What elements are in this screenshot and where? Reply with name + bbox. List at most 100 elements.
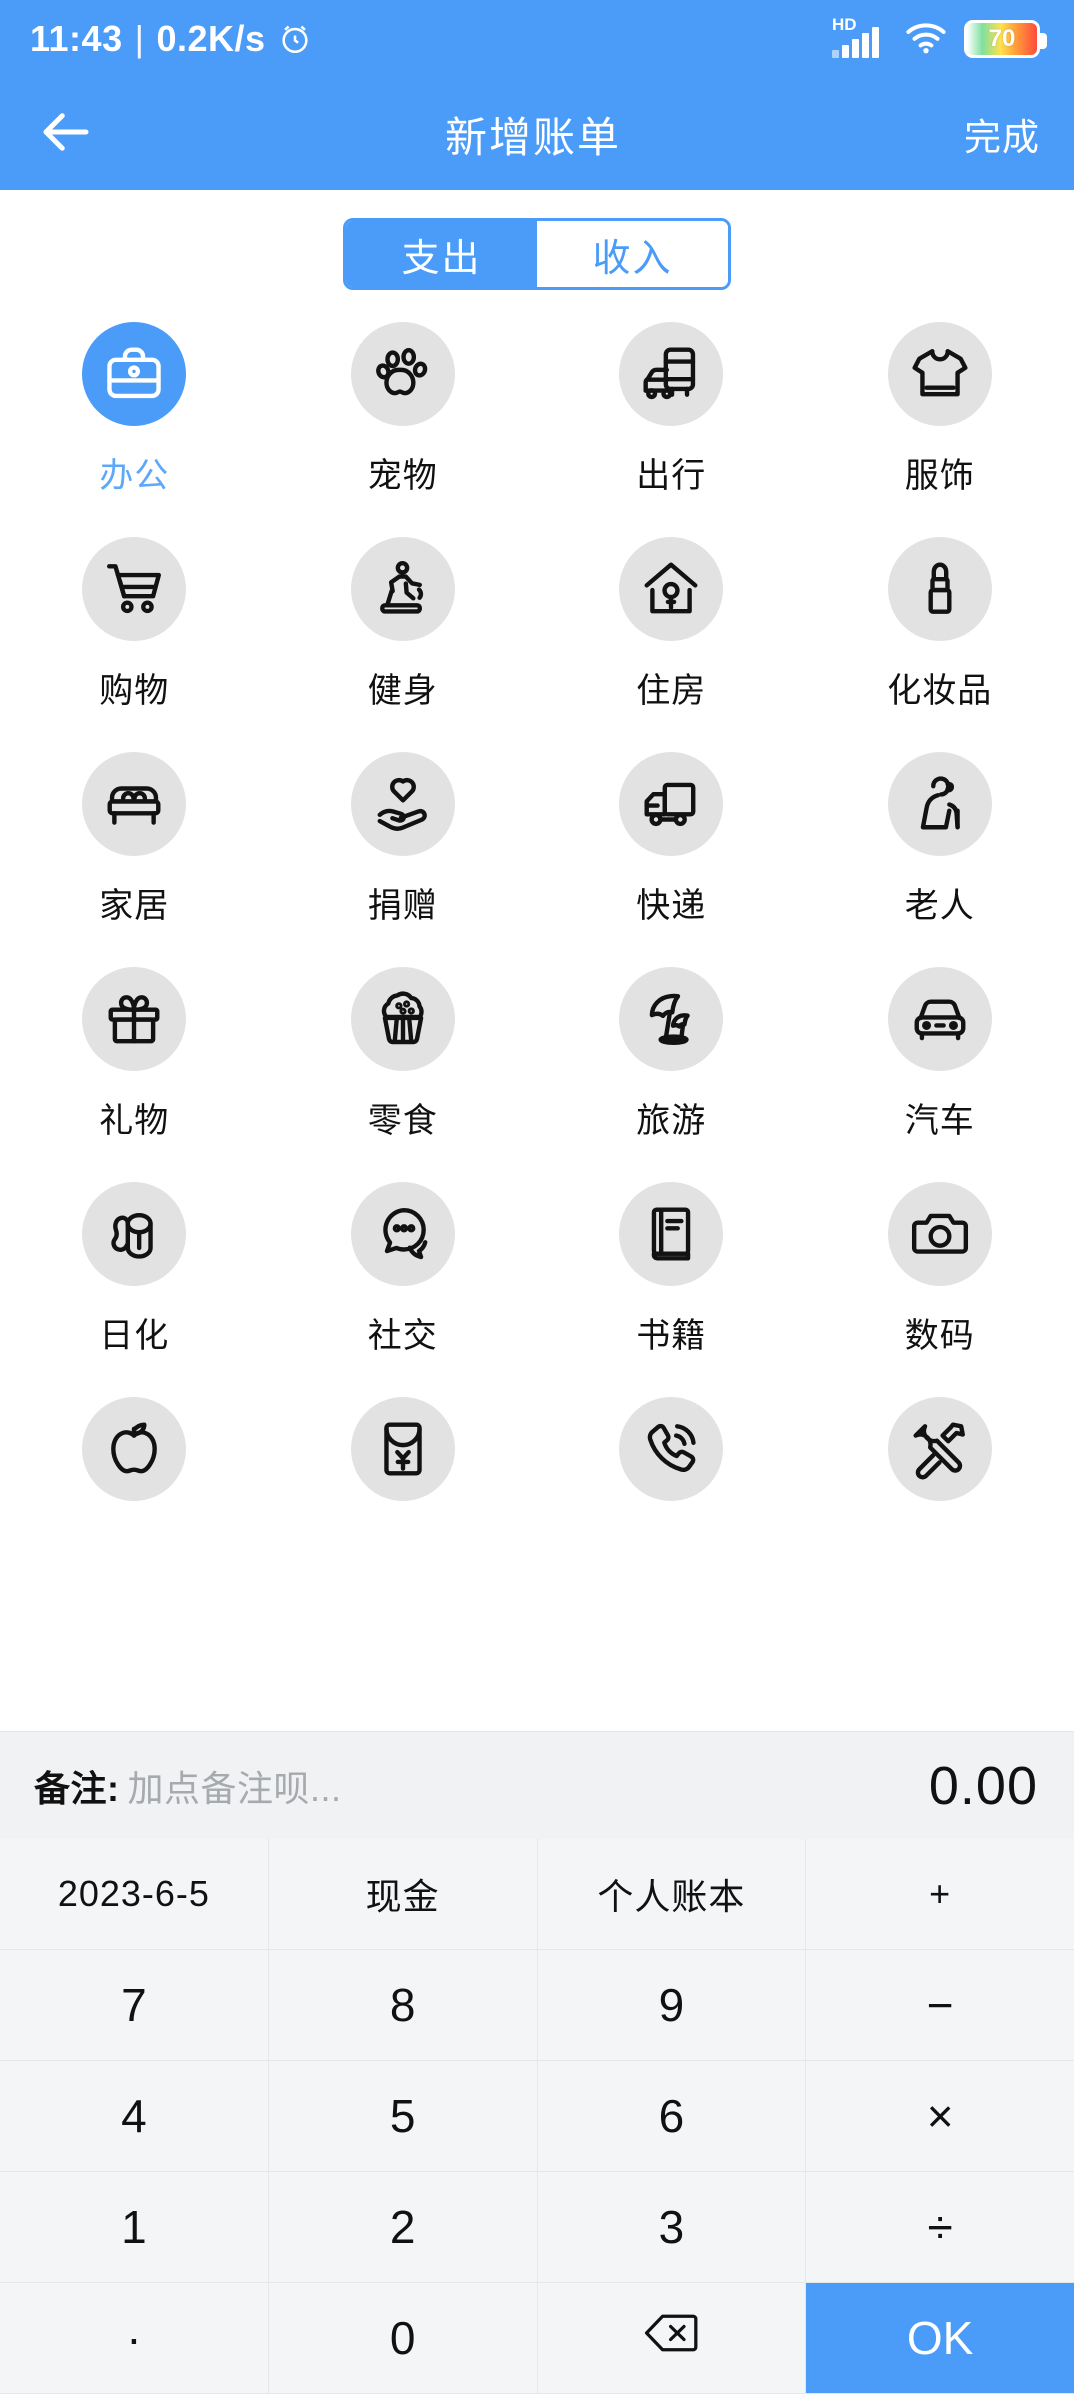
key-5[interactable]: 5 [268, 2061, 538, 2172]
category-label: 出行 [636, 457, 707, 495]
heart-hand-icon [350, 752, 455, 856]
car-icon [887, 967, 992, 1071]
tab-expense[interactable]: 支出 [346, 221, 537, 287]
keypad-row-last: · 0 OK [0, 2283, 1074, 2394]
bed-icon [82, 752, 187, 856]
keypad-meta-row: 2023-6-5 现金 个人账本 + [0, 1839, 1074, 1950]
key-4[interactable]: 4 [0, 2061, 269, 2172]
note-input[interactable]: 加点备注呗... [128, 1760, 342, 1812]
category-item[interactable] [269, 1397, 538, 1523]
delivery-truck-icon [619, 752, 724, 856]
key-minus[interactable]: − [806, 1950, 1074, 2061]
cupcake-icon [350, 967, 455, 1071]
category-label: 捐赠 [367, 887, 438, 925]
key-2[interactable]: 2 [268, 2172, 538, 2283]
apple-icon [82, 1397, 187, 1501]
category-label: 化妆品 [887, 672, 993, 710]
category-label: 零食 [367, 1102, 438, 1140]
signal-bars-icon: HD [832, 16, 888, 60]
elderly-person-icon [887, 752, 992, 856]
toilet-paper-icon [82, 1182, 187, 1286]
category-item[interactable]: 社交 [269, 1182, 538, 1357]
category-item[interactable]: 快递 [537, 752, 806, 927]
key-1[interactable]: 1 [0, 2172, 269, 2283]
category-item[interactable] [806, 1397, 1074, 1523]
category-label: 家居 [99, 887, 170, 925]
done-button[interactable]: 完成 [964, 107, 1040, 161]
category-item[interactable]: 老人 [806, 752, 1074, 927]
category-item[interactable]: 宠物 [269, 322, 538, 497]
category-item[interactable] [537, 1397, 806, 1523]
keypad-row-123: 1 2 3 ÷ [0, 2172, 1074, 2283]
key-3[interactable]: 3 [537, 2172, 807, 2283]
category-item[interactable]: 住房 [537, 537, 806, 712]
key-7[interactable]: 7 [0, 1950, 269, 2061]
status-time: 11:43 [30, 18, 123, 59]
category-label: 老人 [904, 887, 975, 925]
note-amount-bar: 备注: 加点备注呗... 0.00 [0, 1731, 1074, 1839]
ledger-key[interactable]: 个人账本 [537, 1839, 807, 1950]
category-item[interactable]: 捐赠 [269, 752, 538, 927]
category-grid: 办公 宠物 出行 服饰购物 健身 住房 化妆品家居 捐赠 快递 老人礼物 零食 旅游 汽车日化 社交 书籍 数… [0, 322, 1074, 1523]
category-label: 日化 [99, 1317, 170, 1355]
status-bar-left: 11:43 | 0.2K/s [30, 18, 312, 60]
backspace-icon [644, 2311, 698, 2365]
date-key[interactable]: 2023-6-5 [0, 1839, 269, 1950]
key-9[interactable]: 9 [537, 1950, 807, 2061]
chat-bubbles-icon [350, 1182, 455, 1286]
plus-key[interactable]: + [806, 1839, 1074, 1950]
status-net-speed: 0.2K/s [156, 18, 266, 59]
battery-icon: 70 [964, 20, 1047, 58]
key-divide[interactable]: ÷ [806, 2172, 1074, 2283]
key-6[interactable]: 6 [537, 2061, 807, 2172]
category-item[interactable]: 书籍 [537, 1182, 806, 1357]
key-8[interactable]: 8 [268, 1950, 538, 2061]
category-item[interactable] [0, 1397, 269, 1523]
key-ok[interactable]: OK [806, 2283, 1074, 2394]
category-item[interactable]: 汽车 [806, 967, 1074, 1142]
alarm-clock-icon [278, 22, 312, 56]
category-label: 社交 [367, 1317, 438, 1355]
category-item[interactable]: 日化 [0, 1182, 269, 1357]
category-item[interactable]: 家居 [0, 752, 269, 927]
category-item[interactable]: 礼物 [0, 967, 269, 1142]
key-multiply[interactable]: × [806, 2061, 1074, 2172]
category-item[interactable]: 服饰 [806, 322, 1074, 497]
tshirt-icon [887, 322, 992, 426]
type-switcher-wrap: 支出 收入 [0, 190, 1074, 300]
category-item[interactable]: 旅游 [537, 967, 806, 1142]
tools-icon [887, 1397, 992, 1501]
shopping-cart-icon [82, 537, 187, 641]
keypad-row-456: 4 5 6 × [0, 2061, 1074, 2172]
category-item[interactable]: 化妆品 [806, 537, 1074, 712]
briefcase-icon [82, 322, 187, 426]
account-type-key[interactable]: 现金 [268, 1839, 538, 1950]
category-item[interactable]: 零食 [269, 967, 538, 1142]
category-scroll-area[interactable]: 办公 宠物 出行 服饰购物 健身 住房 化妆品家居 捐赠 快递 老人礼物 零食 旅游 汽车日化 社交 书籍 数… [0, 300, 1074, 1731]
category-item[interactable]: 数码 [806, 1182, 1074, 1357]
category-label: 旅游 [636, 1102, 707, 1140]
category-item[interactable]: 购物 [0, 537, 269, 712]
category-item[interactable]: 健身 [269, 537, 538, 712]
category-label: 办公 [99, 457, 170, 495]
wifi-icon [904, 19, 948, 60]
category-item[interactable]: 出行 [537, 322, 806, 497]
note-group: 备注: 加点备注呗... [34, 1760, 342, 1812]
tab-income[interactable]: 收入 [537, 221, 728, 287]
lipstick-icon [887, 537, 992, 641]
category-label: 礼物 [99, 1102, 170, 1140]
treadmill-icon [350, 537, 455, 641]
beach-umbrella-icon [619, 967, 724, 1071]
app-header: 新增账单 完成 [0, 78, 1074, 190]
keypad-row-789: 7 8 9 − [0, 1950, 1074, 2061]
category-label: 住房 [636, 672, 707, 710]
type-segmented-control: 支出 收入 [343, 218, 731, 290]
key-0[interactable]: 0 [268, 2283, 538, 2394]
bus-car-icon [619, 322, 724, 426]
category-item[interactable]: 办公 [0, 322, 269, 497]
status-separator: | [134, 18, 145, 59]
status-bar-right: HD 70 [832, 16, 1047, 60]
key-dot[interactable]: · [0, 2283, 269, 2394]
key-backspace[interactable] [537, 2283, 807, 2394]
back-button[interactable] [30, 98, 102, 170]
